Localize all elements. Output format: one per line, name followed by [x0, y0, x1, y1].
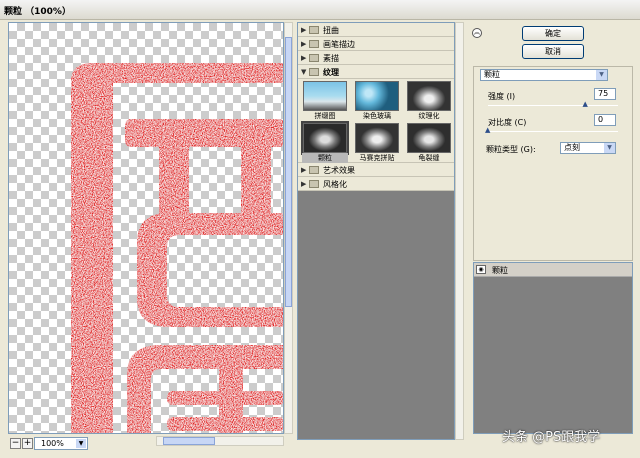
thumbnail-image: [355, 81, 399, 111]
scroll-thumb[interactable]: [163, 437, 215, 445]
grain-type-label: 颗粒类型 (G):: [486, 145, 536, 154]
folder-icon: [309, 54, 319, 62]
category-artistic[interactable]: ▶ 艺术效果: [298, 163, 454, 177]
preview-vertical-scrollbar[interactable]: [284, 22, 293, 434]
zoom-select[interactable]: 100% ▼: [34, 437, 88, 450]
intensity-label: 强度 (I): [488, 92, 516, 101]
plus-icon: +: [23, 438, 32, 448]
folder-icon: [309, 40, 319, 48]
contrast-input[interactable]: 0: [594, 114, 616, 126]
category-texture[interactable]: ▼ 纹理: [298, 65, 454, 79]
texture-thumbnails: 拼缀图 染色玻璃 纹理化 颗粒 马赛克拼贴 龟裂缝: [298, 79, 454, 163]
category-sketch[interactable]: ▶ 素描: [298, 51, 454, 65]
filter-thumb-craquelure[interactable]: 龟裂缝: [406, 123, 452, 163]
preview-horizontal-scrollbar[interactable]: [156, 436, 284, 446]
chevron-down-icon: ▼: [596, 70, 607, 80]
category-distort[interactable]: ▶ 扭曲: [298, 23, 454, 37]
folder-icon: [309, 180, 319, 188]
eye-icon[interactable]: ◉: [476, 265, 486, 274]
watermark: 头条 @PS跟我学: [502, 430, 601, 445]
contrast-slider-handle[interactable]: ▲: [485, 126, 490, 134]
filter-settings-panel: 颗粒 ▼ 强度 (I) 75 ▲ 对比度 (C) 0 ▲ 颗粒类型 (G): 点…: [473, 66, 633, 261]
intensity-slider-track[interactable]: [488, 105, 618, 106]
folder-open-icon: [309, 68, 319, 76]
effect-layer-row[interactable]: ◉ 颗粒: [474, 263, 632, 277]
preview-canvas[interactable]: [8, 22, 284, 434]
filter-thumb-stained-glass[interactable]: 染色玻璃: [354, 81, 400, 121]
category-brush-strokes[interactable]: ▶ 画笔描边: [298, 37, 454, 51]
collapsed-arrow-icon: ▶: [301, 26, 307, 34]
minus-icon: −: [11, 438, 20, 448]
zoom-out-button[interactable]: −: [10, 438, 21, 449]
stamp-preview-image: [71, 63, 283, 433]
grain-type-select[interactable]: 点刻 ▼: [560, 142, 616, 154]
collapsed-arrow-icon: ▶: [301, 166, 307, 174]
zoom-in-button[interactable]: +: [22, 438, 33, 449]
filter-gallery: ▶ 扭曲 ▶ 画笔描边 ▶ 素描 ▼ 纹理 拼缀图 染色玻璃 纹理化 颗粒 马赛…: [297, 22, 455, 440]
chevron-down-icon: ▼: [76, 439, 86, 448]
collapsed-arrow-icon: ▶: [301, 54, 307, 62]
intensity-slider-handle[interactable]: ▲: [583, 100, 588, 108]
filter-list-scrollbar[interactable]: [455, 22, 464, 440]
contrast-label: 对比度 (C): [488, 118, 527, 127]
filter-select[interactable]: 颗粒 ▼: [480, 69, 608, 81]
effect-layers-panel: ◉ 颗粒: [473, 262, 633, 434]
thumbnail-image: [407, 123, 451, 153]
folder-icon: [309, 26, 319, 34]
thumbnail-image: [355, 123, 399, 153]
effect-layer-name: 颗粒: [492, 266, 508, 275]
collapsed-arrow-icon: ▶: [301, 180, 307, 188]
category-stylize[interactable]: ▶ 风格化: [298, 177, 454, 191]
thumbnail-image: [301, 121, 349, 155]
filter-thumb-patchwork[interactable]: 拼缀图: [302, 81, 348, 121]
ok-button[interactable]: 确定: [522, 26, 584, 41]
chevron-down-icon: ▼: [604, 143, 615, 153]
thumbnail-image: [407, 81, 451, 111]
zoom-value: 100%: [41, 439, 64, 448]
filter-thumb-grain[interactable]: 颗粒: [301, 121, 349, 163]
contrast-slider-track[interactable]: [488, 131, 618, 132]
filter-thumb-mosaic-tiles[interactable]: 马赛克拼贴: [354, 123, 400, 163]
double-chevron-up-icon: ︽: [473, 29, 480, 36]
thumbnail-image: [303, 81, 347, 111]
folder-icon: [309, 166, 319, 174]
title-bar: 颗粒 （100%）: [0, 0, 640, 20]
collapse-gallery-button[interactable]: ︽: [472, 28, 482, 38]
intensity-input[interactable]: 75: [594, 88, 616, 100]
cancel-button[interactable]: 取消: [522, 44, 584, 59]
filter-thumb-texturizer[interactable]: 纹理化: [406, 81, 452, 121]
window-title: 颗粒 （100%）: [4, 7, 71, 17]
collapsed-arrow-icon: ▶: [301, 40, 307, 48]
expanded-arrow-icon: ▼: [301, 68, 307, 76]
scroll-thumb[interactable]: [285, 37, 292, 307]
